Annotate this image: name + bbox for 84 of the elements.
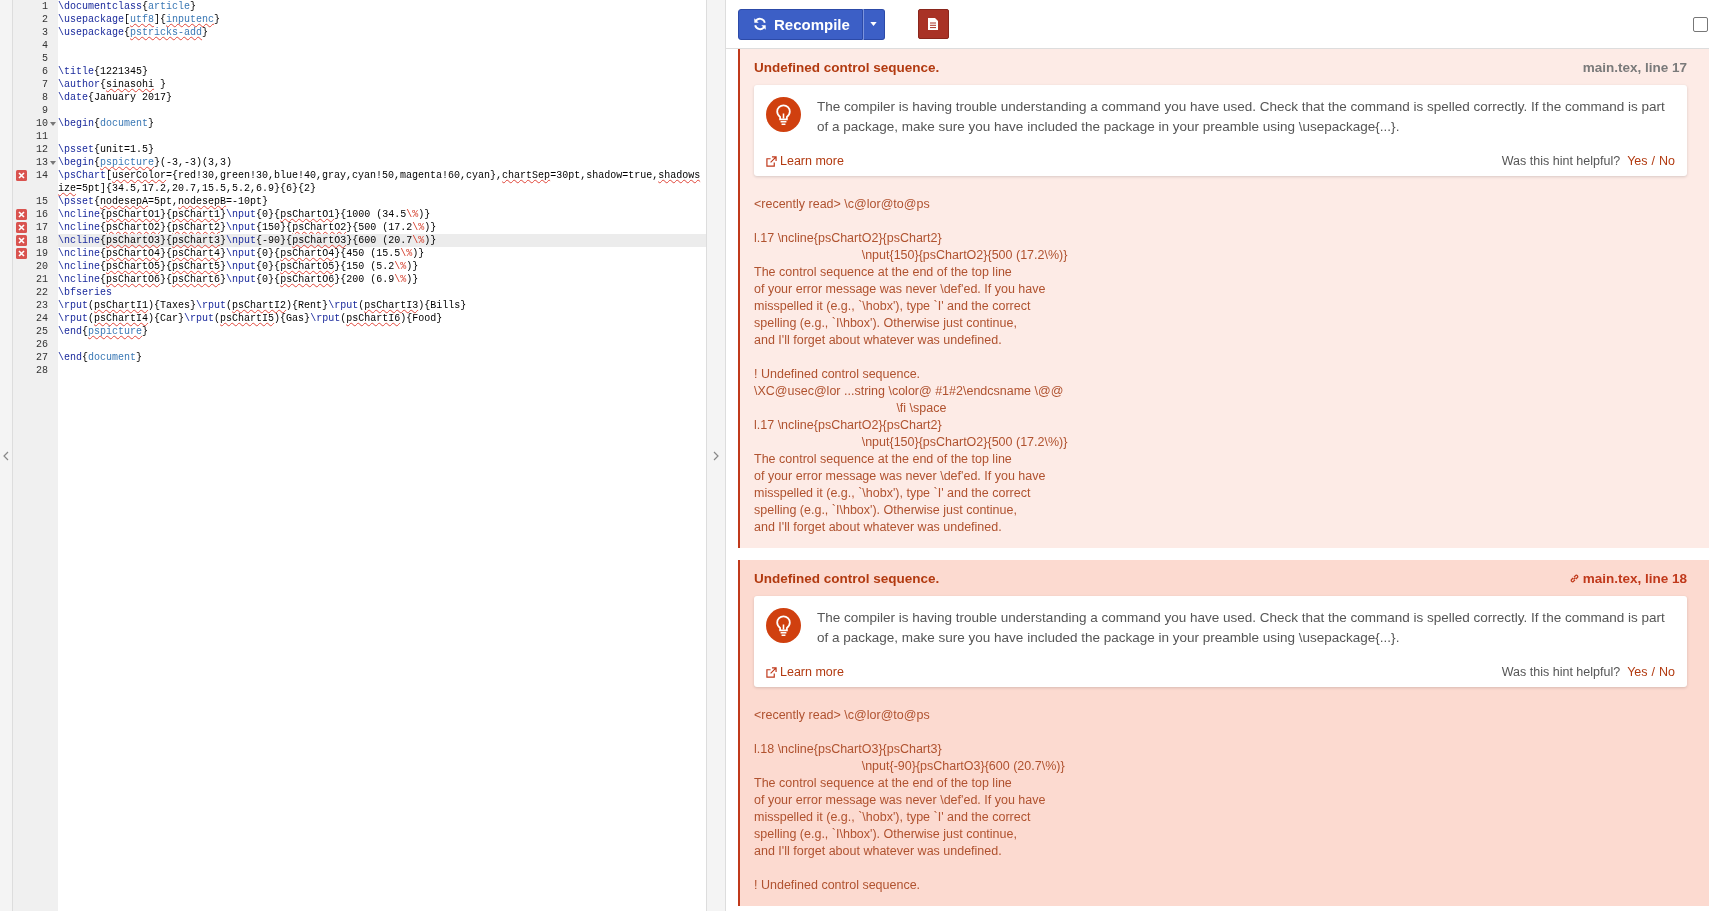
line-number: 23 (36, 299, 48, 312)
code-line: \usepackage{pstricks-add} (58, 26, 210, 39)
hint-text: The compiler is having trouble understanding a command you have used. Check that the command is spelled correctly. If the command is part of a package, make sure you have included the package in your preamble using \usepackage{...}. (817, 609, 1666, 647)
code-line: \ncline{psChartO2}{psChart2}\nput{150}{psChartO2}{500 (17.2\%)} (58, 221, 438, 234)
line-number: 17 (36, 221, 48, 234)
line-number: 24 (36, 312, 48, 325)
link-icon (1568, 572, 1580, 584)
feedback-question: Was this hint helpful? (1501, 665, 1621, 679)
document-icon (927, 17, 940, 31)
line-number: 10 (36, 117, 48, 130)
yes-link[interactable]: Yes (1627, 665, 1648, 679)
recompile-button[interactable]: Recompile (738, 8, 863, 40)
raw-log-text: <recently read> \c@lor@to@ps l.18 \ncline{psChartO3}{psChart3} \nput{-90}{psChartO3}{600 (20.7\%)} The control sequence at the end of the top line of your error message was never \def'ed. If you have misspelled it (e.g., `\hobx'), type `I' and the correct spelling (e.g., `I\hbox'). Otherwise just continue, and I'll forget about whatever was undefined. ! Undefined control sequence. (754, 707, 1066, 894)
separator: / (1651, 154, 1655, 168)
file-location-link[interactable]: main.tex, line 17 (1582, 59, 1687, 75)
learn-more-link[interactable]: Learn more (766, 154, 844, 168)
line-number: 9 (42, 104, 48, 117)
yes-link[interactable]: Yes (1627, 154, 1648, 168)
code-line: \rput(psChartI4){Car}\rput(psChartI5){Gas}\rput(psChartI6){Food} (58, 312, 444, 325)
line-number: 5 (42, 52, 48, 65)
checkbox[interactable] (1693, 16, 1708, 32)
separator: / (1651, 665, 1655, 679)
code-line: \ncline{psChartO1}{psChart1}\nput{0}{psChartO1}{1000 (34.5\%)} (58, 208, 432, 221)
error-title: Undefined control sequence. (754, 570, 940, 586)
dropdown-button[interactable] (862, 8, 885, 40)
hint-text: The compiler is having trouble understanding a command you have used. Check that the command is spelled correctly. If the command is part of a package, make sure you have included the package in your preamble using \usepackage{...}. (817, 98, 1666, 136)
line-number: 20 (36, 260, 48, 273)
line-number: 22 (36, 286, 48, 299)
logs-button[interactable] (917, 9, 949, 39)
code-line: \begin{pspicture}(-3,-3)(3,3) (58, 156, 234, 169)
code-line: \documentclass{article} (58, 0, 198, 13)
line-number: 8 (42, 91, 48, 104)
line-number: 26 (36, 338, 48, 351)
line-number: 25 (36, 325, 48, 338)
code-line: \end{document} (58, 351, 144, 364)
line-number: 2 (42, 13, 48, 26)
line-number: 16 (36, 208, 48, 221)
line-number: 14 (36, 169, 48, 183)
lightbulb-icon (766, 97, 801, 132)
no-link[interactable]: No (1659, 665, 1675, 679)
log-entry[interactable] (738, 560, 1709, 906)
refresh-icon (753, 17, 767, 31)
line-number: 15 (36, 195, 48, 208)
feedback-question: Was this hint helpful? (1501, 154, 1621, 168)
line-number: 3 (42, 26, 48, 39)
line-number: 13 (36, 156, 48, 169)
code-line: \ncline{psChartO5}{psChart5}\nput{0}{psChartO5}{150 (5.2\%)} (58, 260, 420, 273)
raw-log-text: <recently read> \c@lor@to@ps l.17 \ncline{psChartO2}{psChart2} \nput{150}{psChartO2}{500 (17.2\%)} The control sequence at the end of the top line of your error message was never \def'ed. If you have misspelled it (e.g., `\hobx'), type `I' and the correct spelling (e.g., `I\hbox'). Otherwise just continue, and I'll forget about whatever was undefined. ! Undefined control sequence. \XC@usec@lor ...string \color@ #1#2\endcsname \@@ \fi \space l.17 \ncline{psChartO2}{psChart2} \nput{150}{psChartO2}{500 (17.2\%)} The control sequence at the end of the top line of your error message was never \def'ed. If you have misspelled it (e.g., `\hobx'), type `I' and the correct spelling (e.g., `I\hbox'). Otherwise just continue, and I'll forget about whatever was undefined. (754, 196, 1069, 536)
code-line: \author{sinasohi } (58, 78, 168, 91)
line-number: 18 (36, 234, 48, 247)
line-number: 11 (36, 130, 48, 143)
code-line: \title{1221345} (58, 65, 150, 78)
learn-more-link[interactable]: Learn more (766, 665, 844, 679)
line-number: 27 (36, 351, 48, 364)
line-number: 19 (36, 247, 48, 260)
line-number: 12 (36, 143, 48, 156)
chevron-right-icon[interactable] (713, 450, 719, 461)
code-line: \psset{unit=1.5} (58, 143, 156, 156)
code-line: \ncline{psChartO6}{psChart6}\nput{0}{psChartO6}{200 (6.9\%)} (58, 273, 420, 286)
code-line: \end{pspicture} (58, 325, 150, 338)
code-line: \begin{document} (58, 117, 156, 130)
code-line: \usepackage[utf8]{inputenc} (58, 13, 222, 26)
line-number: 7 (42, 78, 48, 91)
line-number: 28 (36, 364, 48, 377)
no-link[interactable]: No (1659, 154, 1675, 168)
fold-caret-icon[interactable] (50, 121, 56, 126)
file-location-link[interactable]: main.tex, line 18 (1568, 570, 1687, 586)
code-line: \rput(psChartI1){Taxes}\rput(psChartI2){Rent}\rput(psChartI3){Bills} (58, 299, 468, 312)
fold-caret-icon[interactable] (50, 160, 56, 165)
line-number: 6 (42, 65, 48, 78)
code-line: \ncline{psChartO4}{psChart4}\nput{0}{psChartO4}{450 (15.5\%)} (58, 247, 426, 260)
chevron-left-icon[interactable] (3, 450, 9, 461)
external-link-icon (766, 666, 777, 678)
code-line: \psset{nodesepA=5pt,nodesepB=-10pt} (58, 195, 270, 208)
code-line: \date{January 2017} (58, 91, 174, 104)
lightbulb-icon (766, 608, 801, 643)
line-number: 21 (36, 273, 48, 286)
line-number: 4 (42, 39, 48, 52)
caret-icon (870, 22, 878, 26)
error-title: Undefined control sequence. (754, 59, 940, 75)
code-line: \bfseries (58, 286, 113, 299)
external-link-icon (766, 155, 777, 167)
line-number: 1 (42, 0, 48, 13)
log-entry[interactable] (738, 49, 1709, 548)
